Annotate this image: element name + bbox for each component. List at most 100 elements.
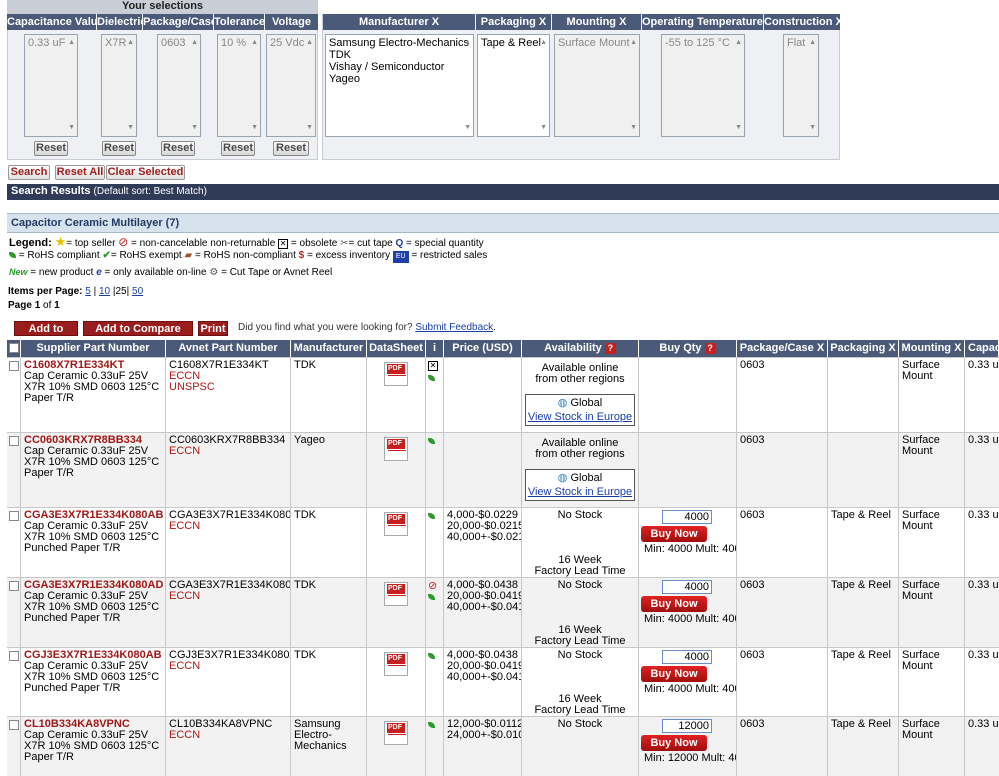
package-close-icon[interactable]: X [817,342,824,354]
manufacturer-option[interactable]: TDK [329,49,470,61]
th-manufacturer[interactable]: Manufacturer [291,340,367,357]
manufacturer-list[interactable]: Samsung Electro-Mechanics TDK Vishay / S… [325,34,474,137]
row-checkbox[interactable] [9,581,19,591]
packaging-option[interactable]: Tape & Reel [481,37,546,49]
reset-all-button[interactable]: Reset All [55,165,105,180]
pdf-datasheet-icon[interactable]: PDF [384,582,408,606]
selections-title: Your selections [7,0,318,13]
rohs-leaf-icon [428,375,435,381]
th-mounting[interactable]: Mounting X [899,340,965,357]
package-header: Package/Case [143,14,217,30]
row-checkbox[interactable] [9,361,19,371]
qty-input[interactable]: 4000 [662,580,712,594]
construction-list[interactable]: Flat ▲ ▼ [783,34,819,137]
op-temp-header[interactable]: Operating Temperature X [642,14,773,30]
pdf-datasheet-icon[interactable]: PDF [384,362,408,386]
search-button[interactable]: Search [8,165,50,180]
new-product-icon: New [9,267,28,277]
packaging-close-icon[interactable]: X [539,16,546,28]
manufacturer-option[interactable]: Yageo [329,73,470,85]
manufacturer-close-icon[interactable]: X [432,16,439,28]
package-reset-button[interactable]: Reset [161,141,195,156]
view-stock-link[interactable]: View Stock in Europe [528,411,632,423]
packaging-header[interactable]: Packaging X [476,14,551,30]
qty-input[interactable]: 4000 [662,510,712,524]
package-list[interactable]: 0603 ▲ ▼ [157,34,201,137]
select-all-checkbox[interactable] [9,343,19,353]
manufacturer-option[interactable]: Vishay / Semiconductor [329,61,470,73]
table-row: CGA3E3X7R1E334K080AD Cap Ceramic 0.33uF 2… [7,577,999,647]
buy-now-button[interactable]: Buy Now [641,526,707,542]
availability-help-icon[interactable]: ? [604,342,616,354]
part-description: Cap Ceramic 0.33uF 25V X7R 10% SMD 0603 … [24,729,160,763]
eccn-tag[interactable]: ECCN [169,591,287,602]
eccn-tag[interactable]: ECCN [169,521,287,532]
page-size-50[interactable]: 50 [132,286,143,297]
voltage-header: Voltage [265,14,318,30]
packaging-value: Tape & Reel [831,649,891,661]
eccn-tag[interactable]: ECCN [169,730,287,741]
tolerance-list[interactable]: 10 % ▲ ▼ [217,34,261,137]
eccn-tag[interactable]: ECCN [169,661,287,672]
category-title: Capacitor Ceramic Multilayer (7) [7,213,999,233]
mounting-close-icon[interactable]: X [619,16,626,28]
unspsc-tag[interactable]: UNSPSC [169,382,287,393]
th-supplier-part[interactable]: Supplier Part Number [21,340,166,357]
row-checkbox[interactable] [9,436,19,446]
qty-input[interactable]: 12000 [662,719,712,733]
pdf-datasheet-icon[interactable]: PDF [384,721,408,745]
pdf-datasheet-icon[interactable]: PDF [384,437,408,461]
construction-header[interactable]: Construction X [764,14,843,30]
op-temp-list[interactable]: -55 to 125 °C ▲ ▼ [661,34,745,137]
mounting-col-close-icon[interactable]: X [954,342,961,354]
add-to-compare-button[interactable]: Add to Compare List [83,321,193,350]
lead-time-label: Factory Lead Time [534,565,626,577]
print-button[interactable]: Print [198,321,228,336]
manufacturer-name: TDK [294,509,316,521]
cap-value-list[interactable]: 0.33 uF ▲ ▼ [24,34,78,137]
voltage-reset-button[interactable]: Reset [273,141,309,156]
cap-value-reset-button[interactable]: Reset [34,141,68,156]
qty-input[interactable]: 4000 [662,650,712,664]
mounting-list[interactable]: Surface Mount ▲ ▼ [554,34,640,137]
buy-now-button[interactable]: Buy Now [641,596,707,612]
row-checkbox[interactable] [9,720,19,730]
package-value: 0603 [740,509,765,521]
page-size-10[interactable]: 10 [99,286,110,297]
pdf-datasheet-icon[interactable]: PDF [384,652,408,676]
th-packaging[interactable]: Packaging X [828,340,899,357]
dielectric-reset-button[interactable]: Reset [102,141,136,156]
legend: Legend: ★= top seller ⊘ = non-cancelable… [9,234,488,278]
th-avnet-part[interactable]: Avnet Part Number [166,340,291,357]
row-checkbox[interactable] [9,651,19,661]
packaging-list[interactable]: Tape & Reel ▲ ▼ [477,34,550,137]
availability-text: Available online from other regions [535,362,625,385]
package-value: 0603 [740,579,765,591]
row-checkbox[interactable] [9,511,19,521]
buy-qty-help-icon[interactable]: ? [704,342,716,354]
rohs-exempt-icon: ✔ [102,250,111,261]
dielectric-list[interactable]: X7R ▲ ▼ [101,34,137,137]
th-package[interactable]: Package/Case X [737,340,828,357]
packaging-col-close-icon[interactable]: X [888,342,895,354]
construction-close-icon[interactable]: X [836,16,843,28]
manufacturer-header[interactable]: Manufacturer X [323,14,475,30]
submit-feedback-link[interactable]: Submit Feedback [415,322,493,333]
voltage-list[interactable]: 25 Vdc ▲ ▼ [266,34,316,137]
manufacturer-name: Yageo [294,434,325,446]
tolerance-reset-button[interactable]: Reset [221,141,255,156]
buy-now-button[interactable]: Buy Now [641,666,707,682]
pdf-datasheet-icon[interactable]: PDF [384,512,408,536]
buy-now-button[interactable]: Buy Now [641,735,707,751]
capacitance-value: 0.33 uF [968,718,999,730]
add-to-bom-button[interactable]: Add to BOM [14,321,78,350]
eccn-tag[interactable]: ECCN [169,446,287,457]
part-description: Cap Ceramic 0.33uF 25V X7R 10% SMD 0603 … [24,445,160,479]
clear-selected-button[interactable]: Clear Selected [106,165,185,180]
mounting-header[interactable]: Mounting X [552,14,641,30]
manufacturer-option[interactable]: Samsung Electro-Mechanics [329,37,470,49]
price-break: 24,000+-$0.0104 [447,729,521,741]
table-row: CGJ3E3X7R1E334K080AB Cap Ceramic 0.33uF 2… [7,647,999,716]
view-stock-link[interactable]: View Stock in Europe [528,486,632,498]
th-capacitance[interactable]: Capac [965,340,999,357]
